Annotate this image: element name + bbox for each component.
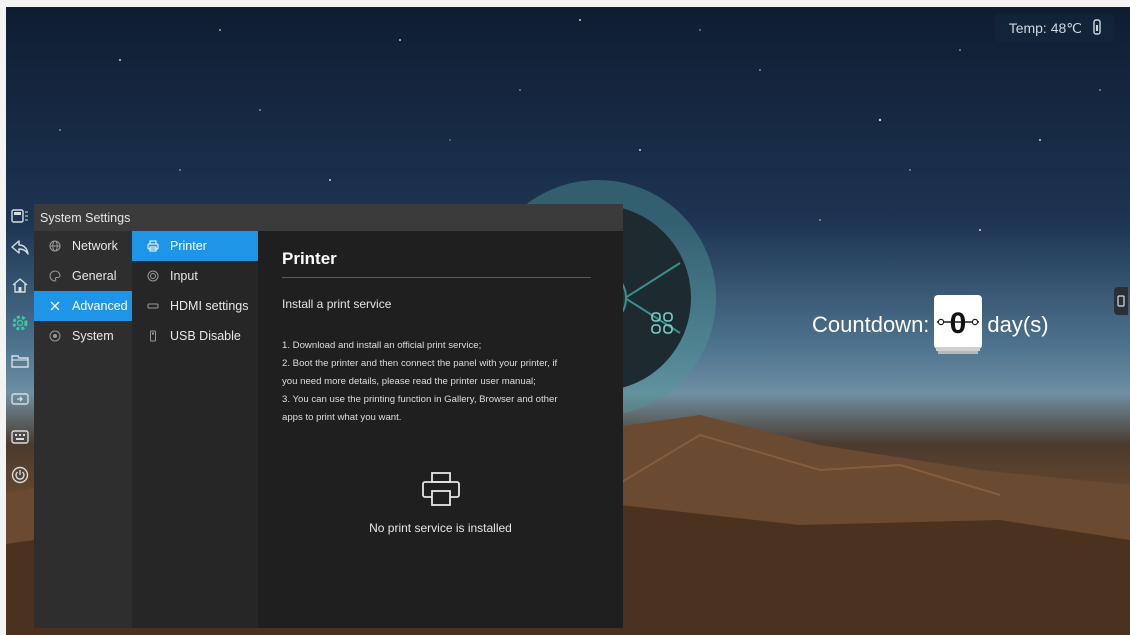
tools-icon — [48, 299, 62, 313]
right-sidebar-handle[interactable] — [1114, 287, 1128, 315]
category-label: Network — [72, 239, 118, 253]
top-edge — [0, 0, 1130, 7]
category-general[interactable]: General — [34, 261, 132, 291]
instruction-steps: 1. Download and install an official prin… — [282, 337, 591, 427]
install-print-service-link[interactable]: Install a print service — [282, 297, 591, 311]
printer-pane: Printer Install a print service 1. Downl… — [258, 231, 623, 628]
countdown-label: Countdown: — [812, 312, 930, 337]
category-label: System — [72, 329, 114, 343]
home-icon[interactable] — [6, 266, 34, 304]
system-icon — [48, 329, 62, 343]
instruction-line: 2. Boot the printer and then connect the… — [282, 358, 558, 369]
category-network[interactable]: Network — [34, 231, 132, 261]
subitem-usb-disable[interactable]: USB Disable — [132, 321, 258, 351]
printer-large-icon — [421, 472, 460, 506]
input-source-icon[interactable] — [6, 380, 34, 418]
side-dock — [6, 204, 34, 504]
hdmi-icon — [146, 299, 160, 313]
subitem-printer[interactable]: Printer — [132, 231, 258, 261]
instruction-line: you need more details, please read the p… — [282, 376, 536, 387]
subitem-label: Input — [170, 269, 198, 283]
printer-icon — [146, 239, 160, 253]
usb-icon — [146, 329, 160, 343]
globe-icon — [48, 239, 62, 253]
apps-icon[interactable] — [6, 204, 34, 228]
category-label: General — [72, 269, 117, 283]
palette-icon — [48, 269, 62, 283]
window-title-bar[interactable]: System Settings — [34, 204, 623, 231]
instruction-line: apps to print what you want. — [282, 412, 402, 423]
subitem-label: Printer — [170, 239, 207, 253]
countdown-widget: Countdown: 0 day(s) — [812, 294, 1049, 356]
empty-state-text: No print service is installed — [369, 521, 512, 535]
category-list: Network General Advanced System — [34, 231, 132, 628]
countdown-unit: day(s) — [987, 312, 1049, 337]
subitem-label: HDMI settings — [170, 299, 249, 313]
subitem-label: USB Disable — [170, 329, 241, 343]
pane-title: Printer — [282, 249, 591, 278]
input-icon — [146, 269, 160, 283]
apps-grid-icon[interactable] — [651, 312, 673, 339]
power-icon[interactable] — [6, 456, 34, 494]
subitem-input[interactable]: Input — [132, 261, 258, 291]
category-advanced[interactable]: Advanced — [34, 291, 132, 321]
window-title: System Settings — [40, 210, 131, 225]
temp-text: Temp: 48℃ — [1008, 19, 1082, 36]
keyboard-icon[interactable] — [6, 418, 34, 456]
countdown-flip-card: 0 — [933, 294, 983, 356]
instruction-line: 1. Download and install an official prin… — [282, 340, 482, 351]
folder-icon[interactable] — [6, 342, 34, 380]
back-icon[interactable] — [6, 228, 34, 266]
countdown-digit: 0 — [950, 307, 967, 340]
settings-icon[interactable] — [6, 304, 34, 342]
subitem-hdmi-settings[interactable]: HDMI settings — [132, 291, 258, 321]
instruction-line: 3. You can use the printing function in … — [282, 394, 558, 405]
thermometer-icon — [1092, 18, 1102, 38]
temperature-badge: Temp: 48℃ — [994, 14, 1114, 42]
category-system[interactable]: System — [34, 321, 132, 351]
subitem-list: Printer Input HDMI settings USB Disable — [132, 231, 258, 628]
system-settings-window: System Settings Network General Advanced… — [34, 204, 623, 628]
category-label: Advanced — [72, 299, 128, 313]
empty-state: No print service is installed — [258, 471, 623, 535]
